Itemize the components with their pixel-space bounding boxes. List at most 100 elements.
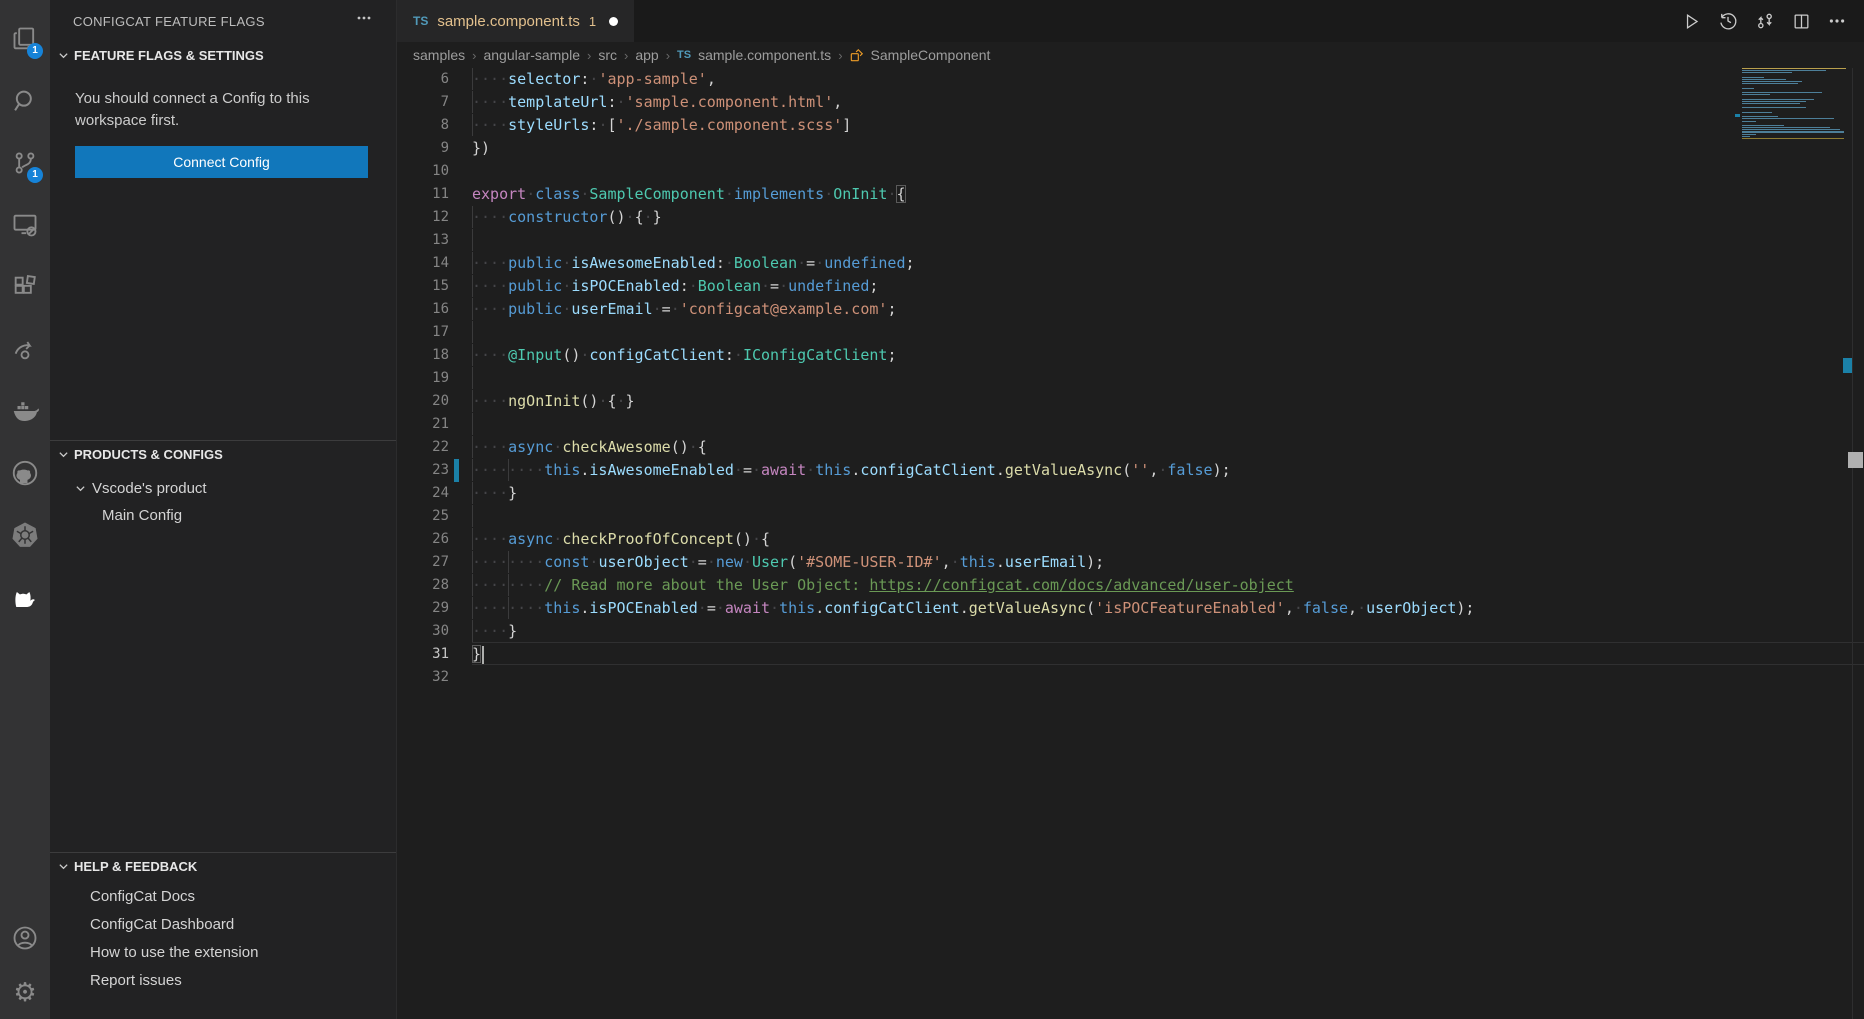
- section-feature-flags-settings[interactable]: FEATURE FLAGS & SETTINGS: [58, 48, 264, 63]
- code-line[interactable]: 9}): [397, 137, 1864, 160]
- line-number[interactable]: 19: [397, 367, 449, 390]
- line-number[interactable]: 21: [397, 413, 449, 436]
- connect-config-button[interactable]: Connect Config: [75, 146, 368, 178]
- section-divider: [50, 440, 396, 441]
- line-number[interactable]: 28: [397, 574, 449, 597]
- open-changes-icon[interactable]: [1755, 11, 1775, 31]
- code-line[interactable]: 8····styleUrls:·['./sample.component.scs…: [397, 114, 1864, 137]
- code-line[interactable]: 27········const·userObject·=·new·User('#…: [397, 551, 1864, 574]
- overview-ruler-cursor-marker[interactable]: [1848, 452, 1863, 468]
- code-text: ····}: [472, 620, 1864, 643]
- minimap-line: [1742, 81, 1802, 82]
- help-link-how-to[interactable]: How to use the extension: [90, 944, 258, 961]
- code-line[interactable]: 24····}: [397, 482, 1864, 505]
- code-line[interactable]: 22····async·checkAwesome()·{: [397, 436, 1864, 459]
- timeline-icon[interactable]: [1718, 11, 1738, 31]
- more-actions-button[interactable]: [1828, 12, 1846, 30]
- code-line[interactable]: 10: [397, 160, 1864, 183]
- breadcrumb-app[interactable]: app: [635, 47, 658, 63]
- code-editor[interactable]: 6····selector:·'app-sample',7····templat…: [397, 68, 1864, 1019]
- activity-github[interactable]: [0, 442, 50, 504]
- code-line[interactable]: 6····selector:·'app-sample',: [397, 68, 1864, 91]
- line-number[interactable]: 26: [397, 528, 449, 551]
- breadcrumb-angular-sample[interactable]: angular-sample: [483, 47, 580, 63]
- help-link-dashboard[interactable]: ConfigCat Dashboard: [90, 916, 234, 933]
- run-button[interactable]: [1682, 12, 1701, 31]
- overview-ruler-modified-marker[interactable]: [1843, 358, 1852, 373]
- breadcrumb-samples[interactable]: samples: [413, 47, 465, 63]
- breadcrumb-file[interactable]: sample.component.ts: [698, 47, 831, 63]
- activity-live-share[interactable]: [0, 318, 50, 380]
- line-number[interactable]: 6: [397, 68, 449, 91]
- sidebar-more-actions-button[interactable]: [356, 10, 372, 26]
- tree-item-product[interactable]: Vscode's product: [75, 476, 207, 500]
- line-number[interactable]: 32: [397, 666, 449, 689]
- tree-item-config[interactable]: Main Config: [102, 503, 182, 527]
- code-line[interactable]: 18····@Input()·configCatClient:·IConfigC…: [397, 344, 1864, 367]
- breadcrumb-symbol[interactable]: SampleComponent: [871, 47, 991, 63]
- activity-docker[interactable]: [0, 380, 50, 442]
- line-number[interactable]: 24: [397, 482, 449, 505]
- line-number[interactable]: 14: [397, 252, 449, 275]
- line-number[interactable]: 20: [397, 390, 449, 413]
- breadcrumb-src[interactable]: src: [598, 47, 617, 63]
- line-number[interactable]: 18: [397, 344, 449, 367]
- line-number[interactable]: 10: [397, 160, 449, 183]
- code-text: [472, 666, 1864, 689]
- code-line[interactable]: 21: [397, 413, 1864, 436]
- line-number[interactable]: 22: [397, 436, 449, 459]
- code-line[interactable]: 30 ····}: [397, 620, 1864, 643]
- line-number[interactable]: 15: [397, 275, 449, 298]
- code-line[interactable]: 15····public·isPOCEnabled:·Boolean·=·und…: [397, 275, 1864, 298]
- line-number[interactable]: 8: [397, 114, 449, 137]
- code-line[interactable]: 16····public·userEmail·=·'configcat@exam…: [397, 298, 1864, 321]
- code-line[interactable]: 31}: [397, 643, 1864, 666]
- activity-search[interactable]: [0, 70, 50, 132]
- minimap[interactable]: [1742, 68, 1850, 140]
- code-line[interactable]: 7····templateUrl:·'sample.component.html…: [397, 91, 1864, 114]
- unsaved-dot-icon[interactable]: [609, 17, 618, 26]
- code-line[interactable]: 13: [397, 229, 1864, 252]
- code-line[interactable]: 32: [397, 666, 1864, 689]
- line-number[interactable]: 27: [397, 551, 449, 574]
- line-number[interactable]: 13: [397, 229, 449, 252]
- activity-kubernetes[interactable]: [0, 504, 50, 566]
- settings-button[interactable]: ⚙: [0, 965, 50, 1019]
- line-number[interactable]: 7: [397, 91, 449, 114]
- line-number[interactable]: 30: [397, 620, 449, 643]
- activity-configcat[interactable]: [0, 566, 50, 628]
- code-line[interactable]: 14····public·isAwesomeEnabled:·Boolean·=…: [397, 252, 1864, 275]
- code-line[interactable]: 29········this.isPOCEnabled·=·await·this…: [397, 597, 1864, 620]
- code-line[interactable]: 25: [397, 505, 1864, 528]
- code-line[interactable]: 12····constructor()·{·}: [397, 206, 1864, 229]
- section-products-configs[interactable]: PRODUCTS & CONFIGS: [58, 447, 223, 462]
- code-line[interactable]: 28········// Read more about the User Ob…: [397, 574, 1864, 597]
- tab-sample-component[interactable]: TS sample.component.ts 1: [397, 0, 634, 42]
- line-number[interactable]: 17: [397, 321, 449, 344]
- accounts-button[interactable]: [0, 911, 50, 965]
- help-link-report-issues[interactable]: Report issues: [90, 972, 182, 989]
- line-number[interactable]: 29: [397, 597, 449, 620]
- minimap-line: [1742, 94, 1770, 95]
- line-number[interactable]: 31: [397, 643, 449, 666]
- section-help-feedback[interactable]: HELP & FEEDBACK: [58, 859, 197, 874]
- activity-explorer[interactable]: 1: [0, 8, 50, 70]
- line-number[interactable]: 11: [397, 183, 449, 206]
- line-number[interactable]: 9: [397, 137, 449, 160]
- code-line[interactable]: 17: [397, 321, 1864, 344]
- line-number[interactable]: 23: [397, 459, 449, 482]
- line-number[interactable]: 25: [397, 505, 449, 528]
- code-line[interactable]: 19: [397, 367, 1864, 390]
- activity-extensions[interactable]: [0, 256, 50, 318]
- help-link-docs[interactable]: ConfigCat Docs: [90, 888, 195, 905]
- code-line[interactable]: 26····async·checkProofOfConcept()·{: [397, 528, 1864, 551]
- code-line[interactable]: 23········this.isAwesomeEnabled·=·await·…: [397, 459, 1864, 482]
- minimap-line: [1742, 92, 1822, 93]
- line-number[interactable]: 12: [397, 206, 449, 229]
- line-number[interactable]: 16: [397, 298, 449, 321]
- split-editor-button[interactable]: [1792, 12, 1811, 31]
- activity-remote-explorer[interactable]: [0, 194, 50, 256]
- code-line[interactable]: 20····ngOnInit()·{·}: [397, 390, 1864, 413]
- code-line[interactable]: 11export·class·SampleComponent·implement…: [397, 183, 1864, 206]
- activity-source-control[interactable]: 1: [0, 132, 50, 194]
